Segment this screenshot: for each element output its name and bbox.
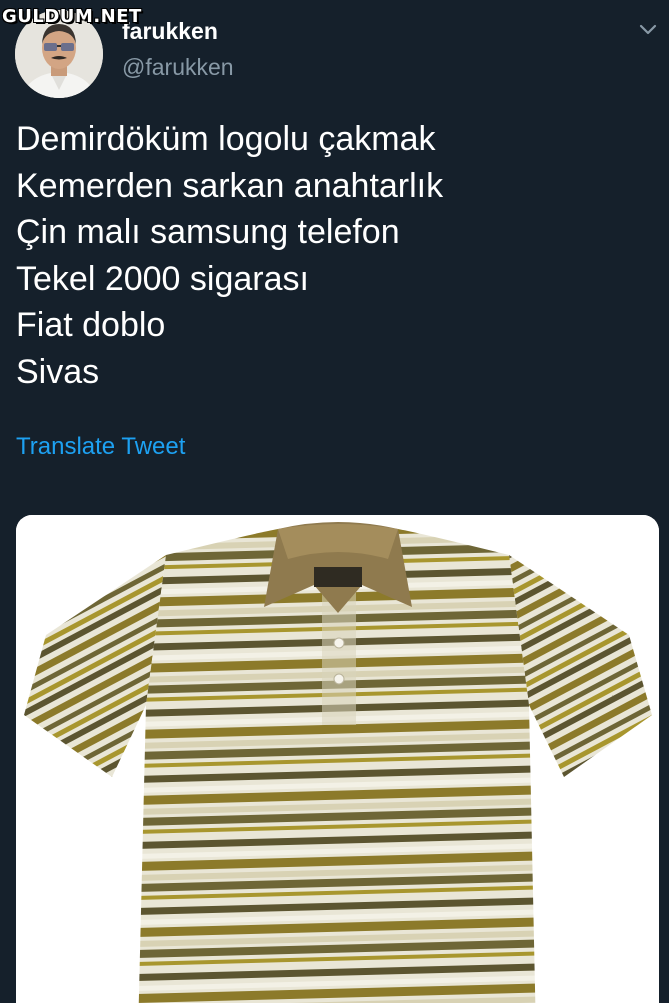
tweet-line: Kemerden sarkan anahtarlık bbox=[16, 166, 444, 205]
striped-polo-shirt-image bbox=[16, 515, 659, 1003]
tweet-line: Demirdöküm logolu çakmak bbox=[16, 120, 436, 158]
tweet-media-image[interactable] bbox=[16, 515, 659, 1003]
translate-tweet-link[interactable]: Translate Tweet bbox=[16, 433, 185, 461]
tweet-text: Demirdöküm logolu çakmak Kemerden sarkan… bbox=[16, 116, 443, 395]
tweet-line: Çin malı samsung telefon bbox=[16, 213, 400, 251]
author-handle[interactable]: @farukken bbox=[122, 54, 234, 81]
tweet-line: Fiat doblo bbox=[16, 306, 166, 344]
tweet-line: Sivas bbox=[16, 352, 100, 391]
watermark-logo: GULDUM.NET bbox=[2, 6, 142, 27]
tweet-line: Tekel 2000 sigarası bbox=[16, 259, 309, 298]
chevron-down-icon[interactable] bbox=[636, 20, 660, 40]
